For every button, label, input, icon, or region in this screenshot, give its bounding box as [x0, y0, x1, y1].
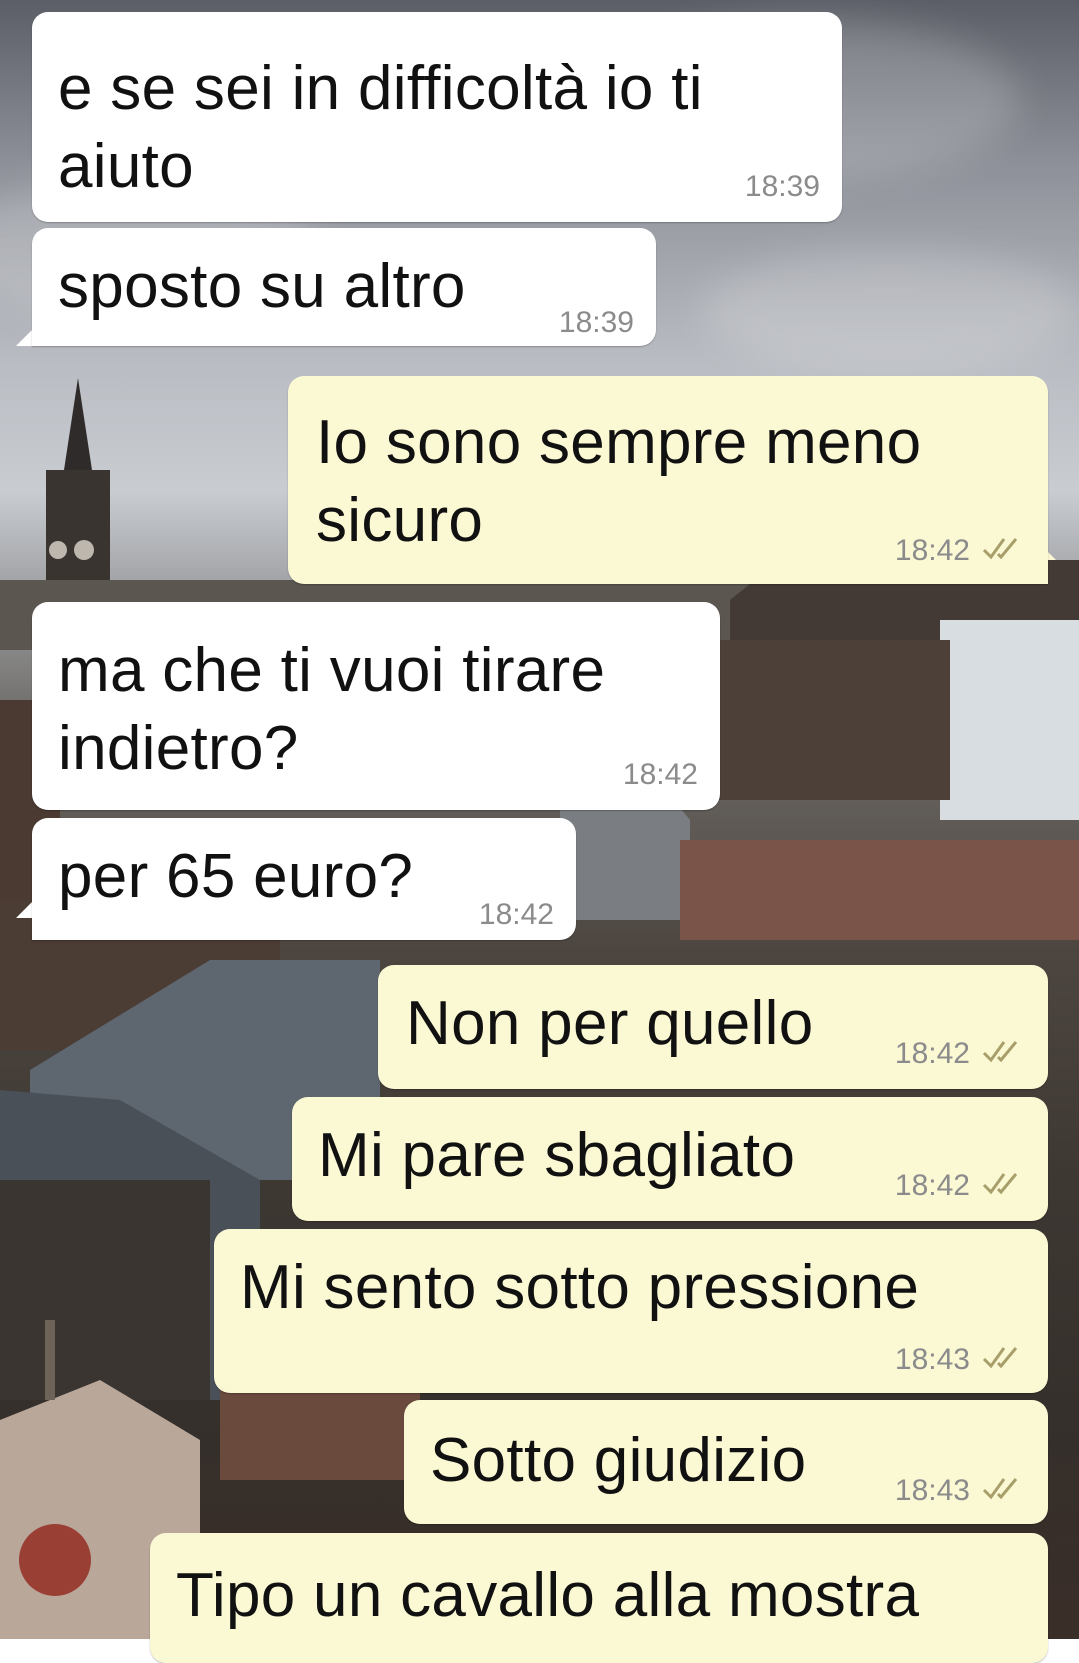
message-bubble-outgoing[interactable]: Mi sento sotto pressione 18:43 — [214, 1229, 1048, 1393]
message-text: sposto su altro — [58, 252, 466, 321]
message-bubble-incoming[interactable]: sposto su altro 18:39 — [32, 228, 656, 346]
message-bubble-incoming[interactable]: ma che ti vuoi tirare indietro? 18:42 — [32, 602, 720, 810]
message-timestamp: 18:43 — [894, 1343, 970, 1376]
message-text: Io sono sempre meno sicuro — [316, 408, 922, 555]
double-check-icon — [982, 1478, 1018, 1500]
message-text: Mi pare sbagliato — [318, 1121, 796, 1190]
message-timestamp: 18:42 — [478, 898, 554, 931]
message-bubble-outgoing[interactable]: Sotto giudizio 18:43 — [404, 1400, 1048, 1524]
message-timestamp: 18:43 — [894, 1474, 970, 1507]
message-text: ma che ti vuoi tirare indietro? — [58, 636, 606, 783]
message-bubble-outgoing[interactable]: Mi pare sbagliato 18:42 — [292, 1097, 1048, 1221]
message-text: Non per quello — [406, 989, 814, 1058]
message-bubble-outgoing[interactable]: Tipo un cavallo alla mostra — [150, 1533, 1048, 1663]
double-check-icon — [982, 1173, 1018, 1195]
message-timestamp: 18:39 — [558, 306, 634, 339]
message-text: Sotto giudizio — [430, 1426, 807, 1495]
message-bubble-outgoing[interactable]: Non per quello 18:42 — [378, 965, 1048, 1089]
message-timestamp: 18:42 — [894, 1037, 970, 1070]
message-text: per 65 euro? — [58, 842, 414, 911]
message-bubble-incoming[interactable]: per 65 euro? 18:42 — [32, 818, 576, 940]
double-check-icon — [982, 1347, 1018, 1369]
message-text: e se sei in difficoltà io ti aiuto — [58, 54, 703, 201]
message-bubble-outgoing[interactable]: Io sono sempre meno sicuro 18:42 — [288, 376, 1048, 584]
message-bubble-incoming[interactable]: e se sei in difficoltà io ti aiuto 18:39 — [32, 12, 842, 222]
double-check-icon — [982, 1041, 1018, 1063]
message-timestamp: 18:39 — [744, 170, 820, 203]
message-timestamp: 18:42 — [894, 534, 970, 567]
message-timestamp: 18:42 — [894, 1169, 970, 1202]
double-check-icon — [982, 538, 1018, 560]
message-timestamp: 18:42 — [622, 758, 698, 791]
message-text: Mi sento sotto pressione — [240, 1253, 920, 1322]
message-text: Tipo un cavallo alla mostra — [176, 1561, 920, 1630]
